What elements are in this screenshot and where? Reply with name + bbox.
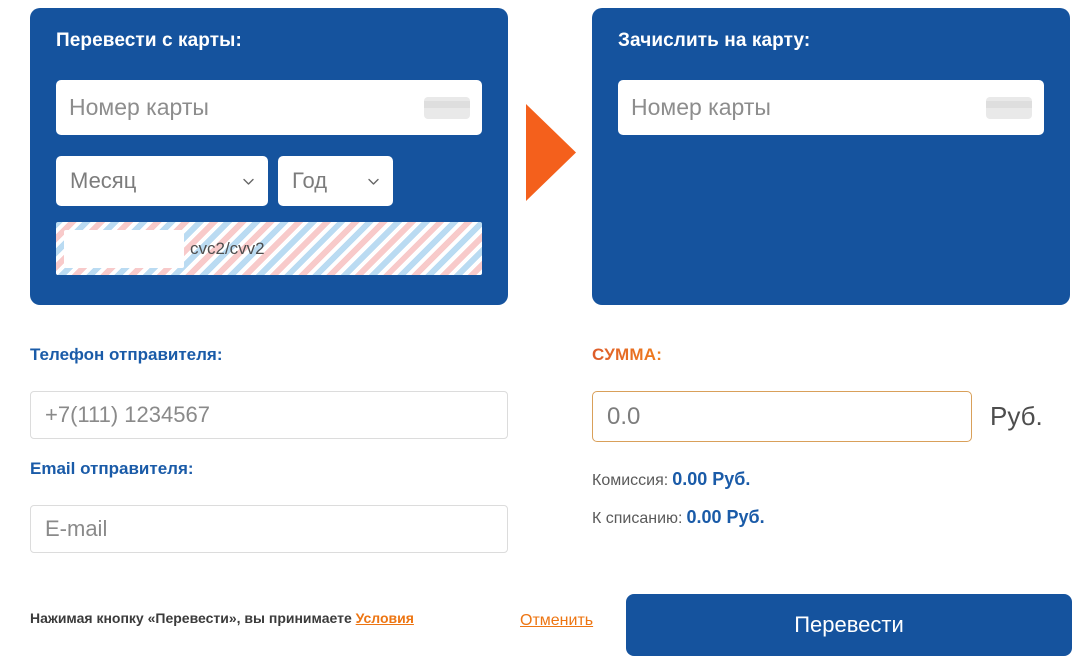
amount-placeholder: 0.0	[607, 403, 641, 430]
to-card-number-input[interactable]: Номер карты	[618, 80, 1044, 135]
terms-notice: Нажимая кнопку «Перевести», вы принимает…	[30, 610, 414, 626]
to-card-panel-title: Зачислить на карту:	[618, 30, 811, 51]
expiry-month-value: Месяц	[70, 168, 137, 193]
total-debit-value: 0.00 Руб.	[686, 507, 765, 527]
amount-currency-label: Руб.	[990, 401, 1043, 431]
terms-link[interactable]: Условия	[356, 610, 414, 626]
from-card-panel: Перевести с карты: Номер карты Месяц Год	[30, 8, 508, 305]
amount-input[interactable]: 0.0	[592, 391, 972, 442]
cvc-signature-strip: cvc2/cvv2	[56, 222, 482, 275]
sender-phone-label: Телефон отправителя:	[30, 345, 223, 364]
total-debit-row: К списанию: 0.00 Руб.	[592, 507, 765, 528]
expiry-month-select[interactable]: Месяц	[56, 156, 268, 206]
expiry-year-value: Год	[292, 168, 328, 193]
credit-card-icon	[424, 97, 470, 119]
sender-phone-placeholder: +7(111) 1234567	[45, 402, 210, 427]
credit-card-icon	[986, 97, 1032, 119]
to-card-panel: Зачислить на карту: Номер карты	[592, 8, 1070, 305]
commission-row: Комиссия: 0.00 Руб.	[592, 469, 750, 490]
sender-phone-input[interactable]: +7(111) 1234567	[30, 391, 508, 439]
cvc-hint-label: cvc2/cvv2	[190, 239, 265, 258]
to-card-number-placeholder: Номер карты	[631, 94, 771, 120]
sender-email-placeholder: E-mail	[45, 516, 108, 541]
total-debit-label: К списанию:	[592, 510, 683, 527]
arrow-right-triangle-icon	[526, 104, 576, 201]
chevron-down-icon	[242, 175, 255, 188]
submit-transfer-button[interactable]: Перевести	[626, 594, 1072, 656]
from-card-number-input[interactable]: Номер карты	[56, 80, 482, 135]
sender-email-input[interactable]: E-mail	[30, 505, 508, 553]
sender-email-label: Email отправителя:	[30, 459, 194, 478]
commission-label: Комиссия:	[592, 472, 669, 489]
chevron-down-icon	[367, 175, 380, 188]
cancel-button[interactable]: Отменить	[520, 612, 593, 630]
from-card-panel-title: Перевести с карты:	[56, 30, 242, 51]
expiry-year-select[interactable]: Год	[278, 156, 393, 206]
terms-notice-prefix: Нажимая кнопку «Перевести», вы принимает…	[30, 610, 356, 626]
transfer-form-stage: Перевести с карты: Номер карты Месяц Год	[0, 0, 1086, 665]
cvc-input[interactable]	[64, 230, 184, 268]
from-card-number-placeholder: Номер карты	[69, 94, 209, 120]
amount-label: СУММА:	[592, 345, 663, 364]
commission-value: 0.00 Руб.	[672, 469, 751, 489]
